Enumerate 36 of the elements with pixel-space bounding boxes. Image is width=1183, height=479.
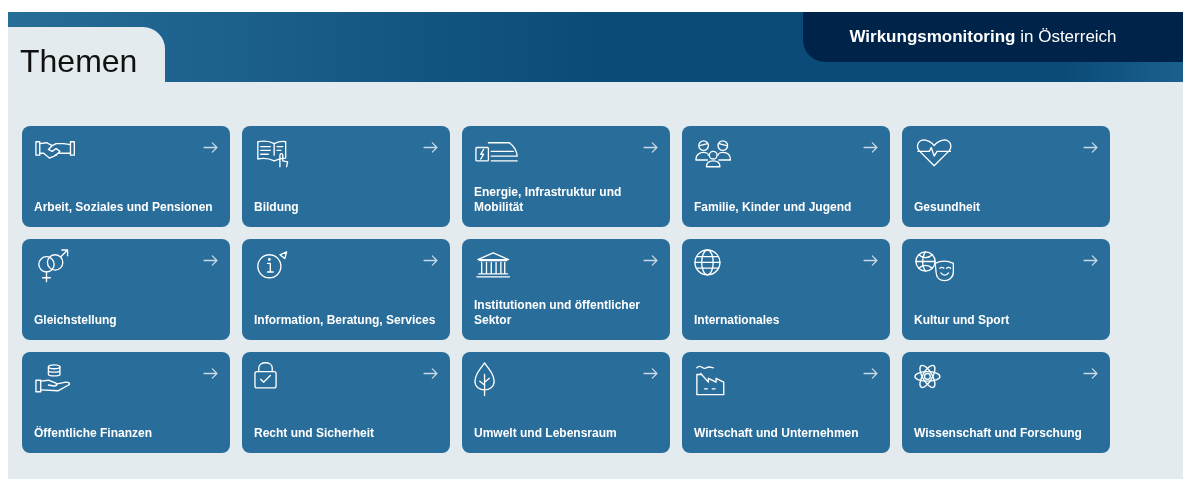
topic-tile[interactable]: Öffentliche Finanzen: [22, 352, 230, 453]
topic-tile[interactable]: Gleichstellung: [22, 239, 230, 340]
atom-icon: [914, 362, 941, 391]
arrow-icon: [1083, 142, 1098, 153]
topic-tile[interactable]: Energie, Infrastruktur und Mobilität: [462, 126, 670, 227]
topic-tile[interactable]: Gesundheit: [902, 126, 1110, 227]
arrow-icon: [863, 142, 878, 153]
topic-tile[interactable]: Kultur und Sport: [902, 239, 1110, 340]
topic-tile[interactable]: Arbeit, Soziales und Pensionen: [22, 126, 230, 227]
arrow-icon: [1083, 368, 1098, 379]
arrow-icon: [643, 255, 658, 266]
arrow-icon: [203, 255, 218, 266]
topic-tile[interactable]: Bildung: [242, 126, 450, 227]
topic-tile[interactable]: Internationales: [682, 239, 890, 340]
globe-icon: [694, 249, 721, 276]
arrow-icon: [423, 255, 438, 266]
arrow-icon: [203, 142, 218, 153]
topic-tile[interactable]: Information, Beratung, Services: [242, 239, 450, 340]
arrow-icon: [643, 368, 658, 379]
arrow-icon: [863, 368, 878, 379]
topic-tile[interactable]: Recht und Sicherheit: [242, 352, 450, 453]
topic-tile[interactable]: Institutionen und öffentlicher Sektor: [462, 239, 670, 340]
topic-tile[interactable]: Familie, Kinder und Jugend: [682, 126, 890, 227]
topic-tile[interactable]: Umwelt und Lebensraum: [462, 352, 670, 453]
topic-tile[interactable]: Wirtschaft und Unternehmen: [682, 352, 890, 453]
arrow-icon: [643, 142, 658, 153]
lock-icon: [254, 362, 278, 389]
site-title: Wirkungsmonitoring in Österreich: [849, 27, 1117, 47]
arrow-icon: [1083, 255, 1098, 266]
page-title: Themen: [20, 42, 138, 81]
arrow-icon: [423, 368, 438, 379]
topic-tile[interactable]: Wissenschaft und Forschung: [902, 352, 1110, 453]
arrow-icon: [203, 368, 218, 379]
arrow-icon: [423, 142, 438, 153]
arrow-icon: [863, 255, 878, 266]
tree-icon: [474, 362, 496, 397]
